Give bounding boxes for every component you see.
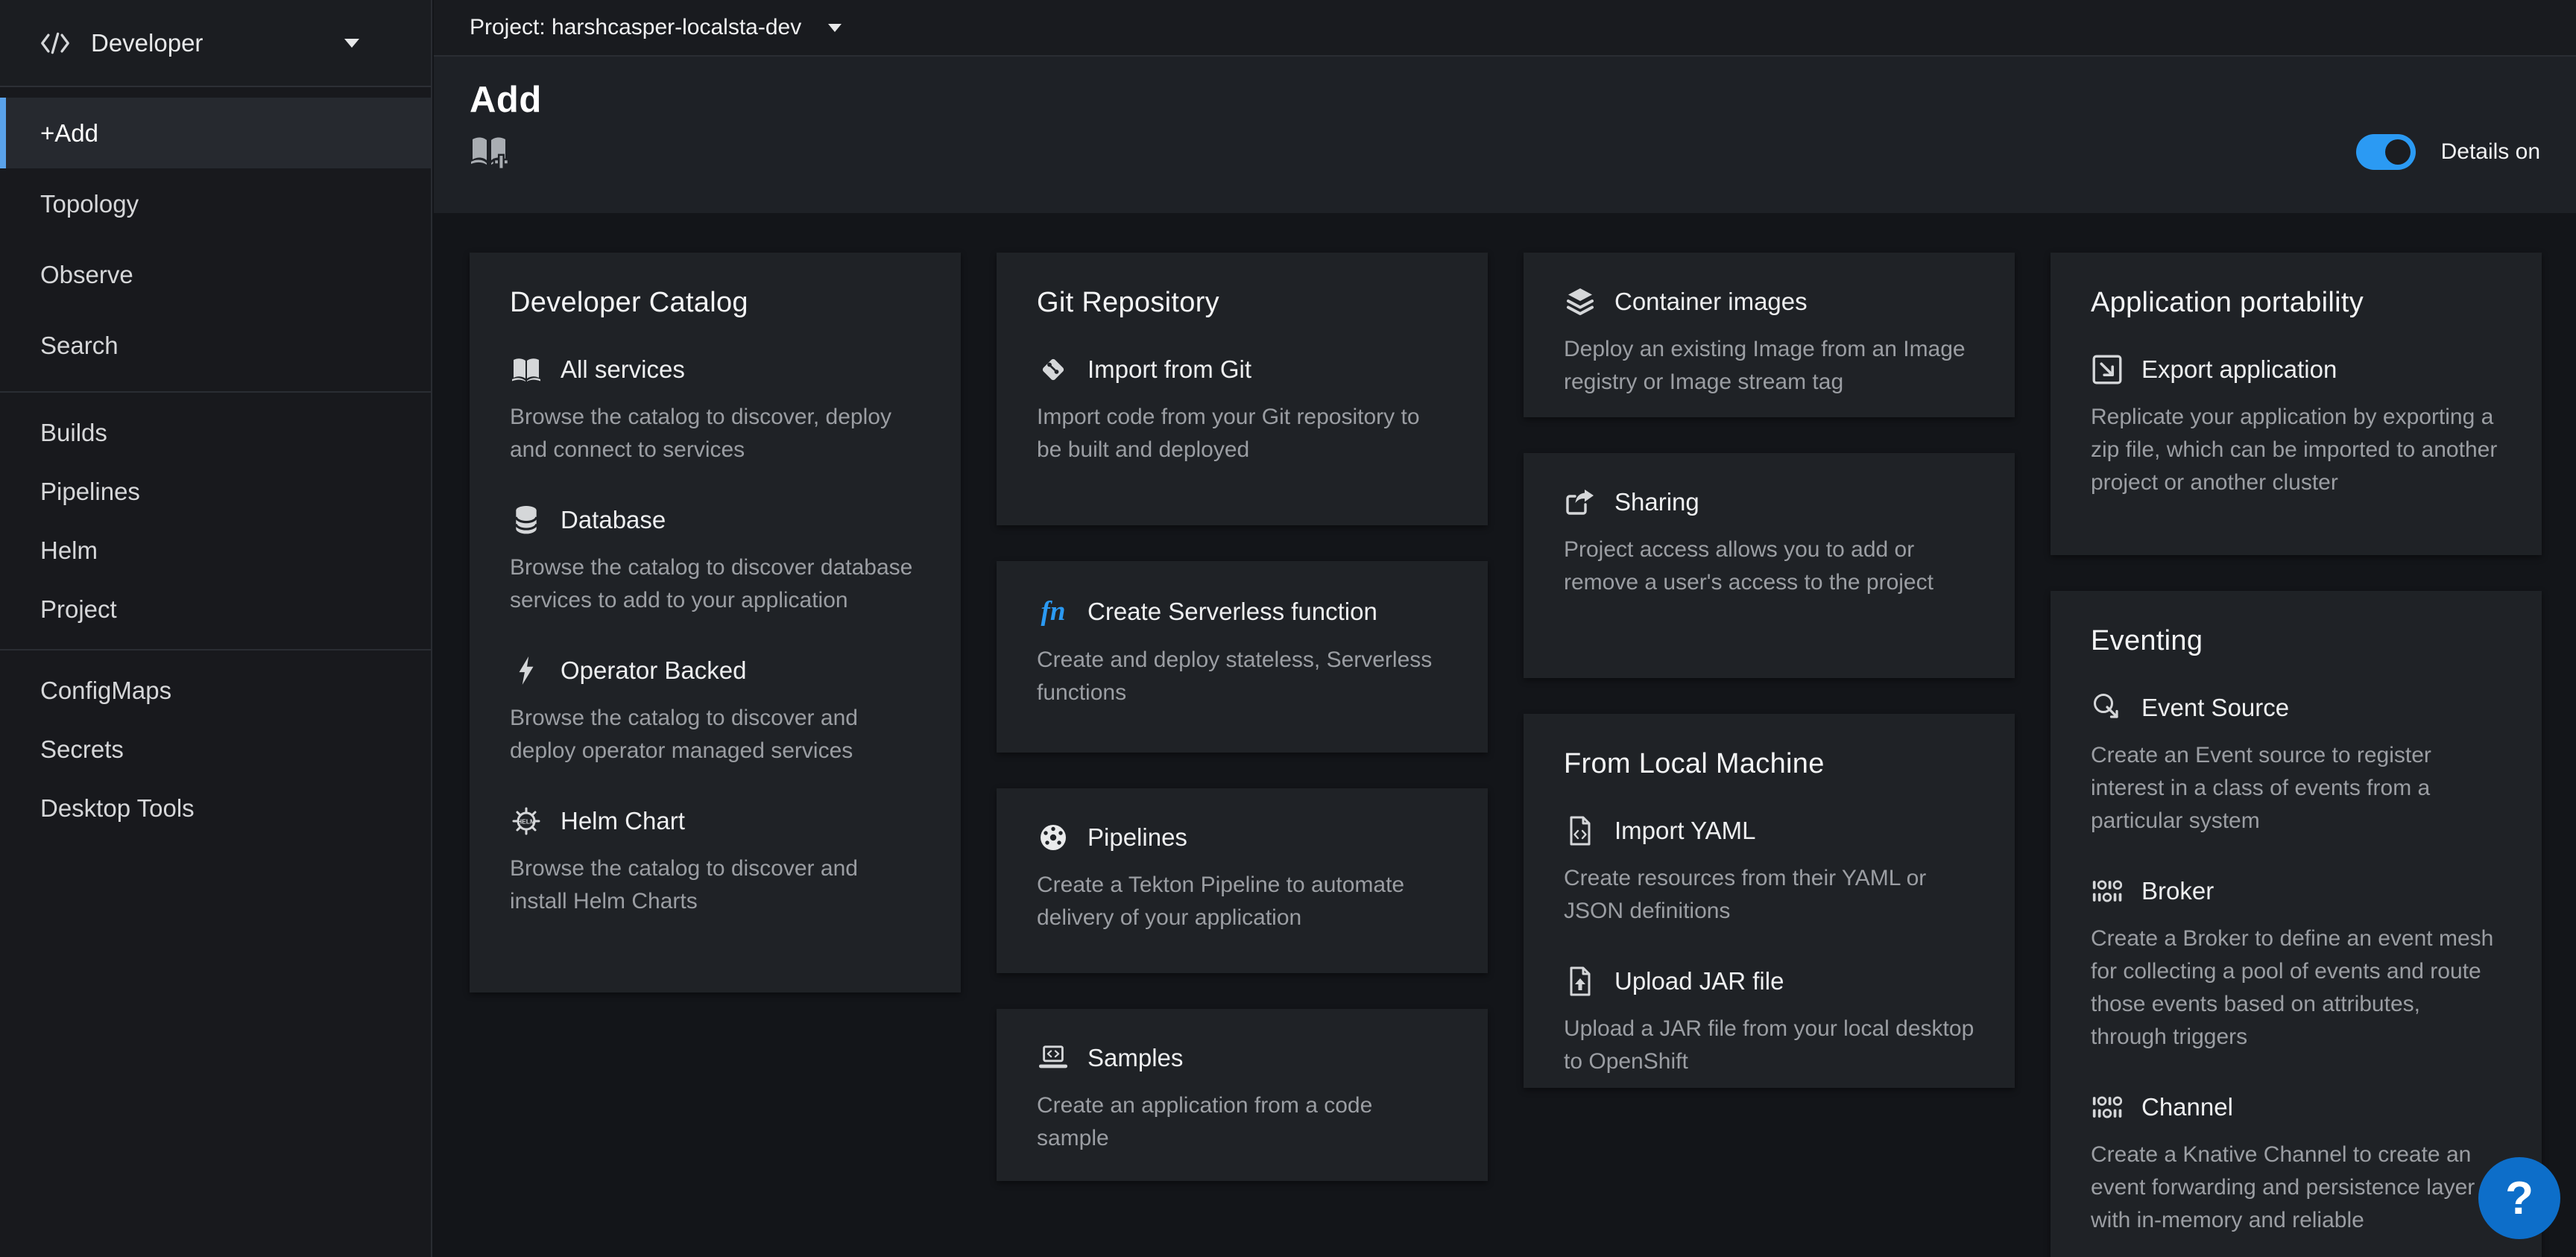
add-item-operator-backed[interactable]: Operator Backed Browse the catalog to di…	[510, 656, 921, 767]
event-source-icon	[2091, 693, 2124, 723]
nav-section-config: ConfigMaps Secrets Desktop Tools	[0, 649, 431, 848]
details-toggle-label: Details on	[2441, 139, 2540, 165]
sidebar-nav: +Add Topology Observe Search Builds Pipe…	[0, 87, 431, 848]
page-header-toolbar: Details on	[470, 134, 2540, 170]
chevron-down-icon	[344, 39, 359, 48]
file-code-icon	[1564, 816, 1597, 846]
function-icon: fn	[1037, 595, 1070, 627]
help-button[interactable]: ?	[2478, 1157, 2560, 1239]
add-item-sharing[interactable]: Sharing Project access allows you to add…	[1564, 487, 1974, 599]
card-heading: Developer Catalog	[510, 287, 921, 319]
add-item-import-yaml[interactable]: Import YAML Create resources from their …	[1564, 816, 1974, 928]
lightning-bolt-icon	[510, 656, 543, 686]
code-icon	[39, 28, 72, 58]
git-icon	[1037, 355, 1070, 384]
column-1: Developer Catalog All services	[470, 253, 961, 992]
project-bar: Project: harshcasper-localsta-dev	[434, 0, 2576, 57]
catalog-quick-search-button[interactable]	[470, 134, 508, 170]
card-sharing: Sharing Project access allows you to add…	[1524, 453, 2015, 678]
add-item-pipelines[interactable]: Pipelines Create a Tekton Pipeline to au…	[1037, 823, 1448, 934]
add-item-helm-chart[interactable]: HELM Helm Chart Browse the catalog to di…	[510, 806, 921, 918]
add-item-upload-jar-file[interactable]: Upload JAR file Upload a JAR file from y…	[1564, 966, 1974, 1078]
project-selector-label: Project: harshcasper-localsta-dev	[470, 15, 801, 40]
sidebar-item-topology[interactable]: Topology	[0, 168, 431, 239]
helm-wheel-icon: HELM	[510, 806, 543, 836]
card-git-repository: Git Repository Import from Git	[997, 253, 1488, 525]
broker-binary-icon	[2091, 876, 2124, 906]
column-4: Application portability Export applicati…	[2051, 253, 2542, 1257]
sidebar-item-secrets[interactable]: Secrets	[0, 720, 431, 779]
switch-knob	[2385, 139, 2411, 165]
page-title: Add	[470, 79, 2540, 121]
svg-text:HELM: HELM	[517, 818, 535, 826]
open-book-icon	[510, 355, 543, 384]
details-switch[interactable]	[2356, 134, 2416, 170]
card-heading: Git Repository	[1037, 287, 1448, 319]
database-icon	[510, 505, 543, 535]
card-pipelines: Pipelines Create a Tekton Pipeline to au…	[997, 788, 1488, 973]
nav-section-main: +Add Topology Observe Search	[0, 87, 431, 391]
sidebar: Developer +Add Topology Observe Search B…	[0, 0, 432, 1257]
project-selector[interactable]: Project: harshcasper-localsta-dev	[470, 15, 842, 40]
perspective-label: Developer	[91, 29, 203, 57]
add-item-database[interactable]: Database Browse the catalog to discover …	[510, 505, 921, 617]
sidebar-item-project[interactable]: Project	[0, 580, 431, 639]
add-item-create-serverless-function[interactable]: fn Create Serverless function Create and…	[1037, 595, 1448, 709]
export-icon	[2091, 355, 2124, 384]
tekton-icon	[1037, 823, 1070, 852]
add-item-export-application[interactable]: Export application Replicate your applic…	[2091, 355, 2501, 499]
card-from-local-machine: From Local Machine Import YAML Create r	[1524, 714, 2015, 1088]
channel-binary-icon	[2091, 1092, 2124, 1122]
sidebar-item-pipelines[interactable]: Pipelines	[0, 462, 431, 521]
add-item-import-from-git[interactable]: Import from Git Import code from your Gi…	[1037, 355, 1448, 466]
add-item-event-source[interactable]: Event Source Create an Event source to r…	[2091, 693, 2501, 838]
add-item-samples[interactable]: Samples Create an application from a cod…	[1037, 1043, 1448, 1155]
card-developer-catalog: Developer Catalog All services	[470, 253, 961, 992]
card-eventing: Eventing Event Source Create an Event s	[2051, 591, 2542, 1257]
sidebar-item-desktop-tools[interactable]: Desktop Tools	[0, 779, 431, 838]
file-upload-icon	[1564, 966, 1597, 996]
layers-icon	[1564, 287, 1597, 317]
open-book-plus-icon	[470, 134, 508, 170]
share-icon	[1564, 487, 1597, 517]
sidebar-item-helm[interactable]: Helm	[0, 521, 431, 580]
card-heading: Eventing	[2091, 625, 2501, 657]
add-item-container-images[interactable]: Container images Deploy an existing Imag…	[1564, 287, 1974, 399]
card-heading: From Local Machine	[1564, 748, 1974, 780]
card-application-portability: Application portability Export applicati…	[2051, 253, 2542, 555]
card-serverless-function: fn Create Serverless function Create and…	[997, 561, 1488, 753]
column-2: Git Repository Import from Git	[997, 253, 1488, 1181]
add-item-broker[interactable]: Broker Create a Broker to define an even…	[2091, 876, 2501, 1054]
sidebar-item-observe[interactable]: Observe	[0, 239, 431, 310]
chevron-down-icon	[828, 24, 842, 32]
sidebar-item-search[interactable]: Search	[0, 310, 431, 381]
card-container-images: Container images Deploy an existing Imag…	[1524, 253, 2015, 417]
add-page-content: Developer Catalog All services	[434, 213, 2576, 1257]
perspective-switcher[interactable]: Developer	[0, 0, 431, 87]
sidebar-item-builds[interactable]: Builds	[0, 403, 431, 462]
openshift-console: Developer +Add Topology Observe Search B…	[0, 0, 2576, 1257]
card-samples: Samples Create an application from a cod…	[997, 1009, 1488, 1181]
nav-section-resources: Builds Pipelines Helm Project	[0, 391, 431, 649]
details-toggle[interactable]: Details on	[2356, 134, 2540, 170]
add-item-all-services[interactable]: All services Browse the catalog to disco…	[510, 355, 921, 466]
card-heading: Application portability	[2091, 287, 2501, 319]
page-header: Add Details on	[434, 57, 2576, 213]
laptop-code-icon	[1037, 1043, 1070, 1073]
sidebar-item-add[interactable]: +Add	[0, 98, 431, 168]
sidebar-item-configmaps[interactable]: ConfigMaps	[0, 661, 431, 720]
add-item-channel[interactable]: Channel Create a Knative Channel to crea…	[2091, 1092, 2501, 1237]
column-3: Container images Deploy an existing Imag…	[1524, 253, 2015, 1088]
